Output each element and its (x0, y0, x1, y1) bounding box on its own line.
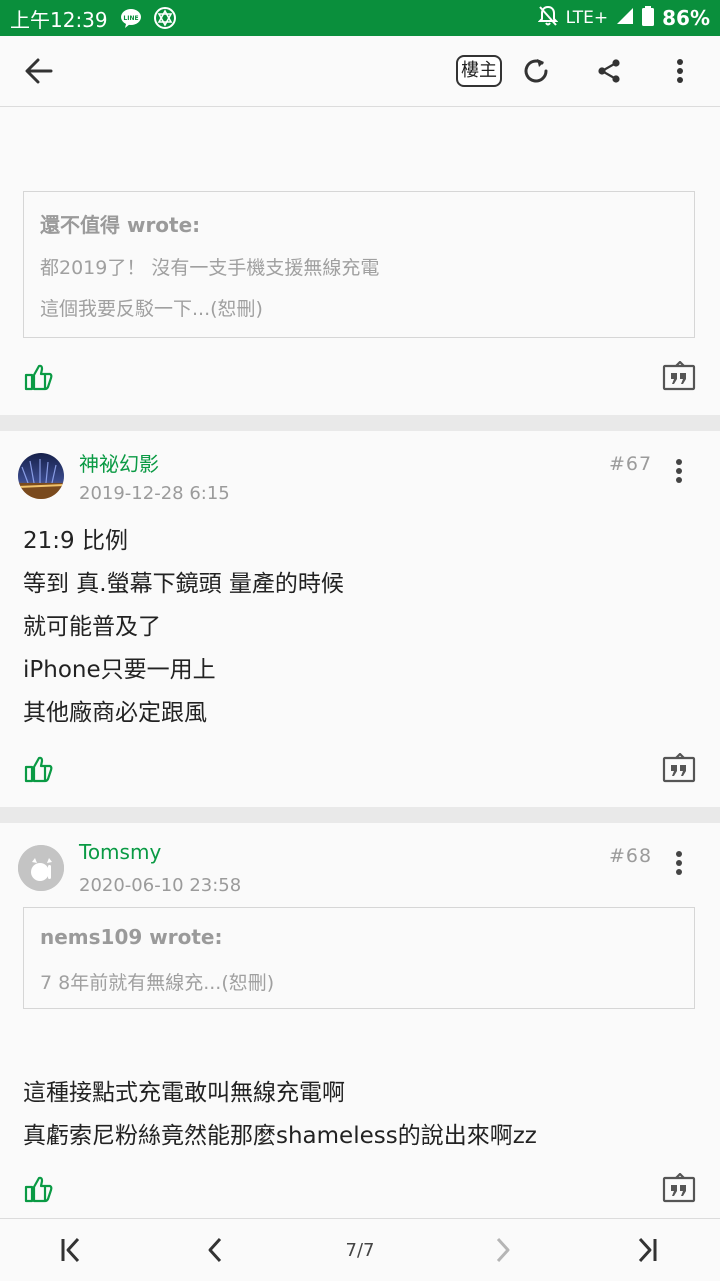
post-more-icon[interactable] (672, 458, 686, 484)
post-body-line: 這種接點式充電敢叫無線充電啊 (23, 1080, 345, 1106)
last-page-button[interactable] (624, 1219, 670, 1281)
post-body-line: 真虧索尼粉絲竟然能那麼shameless的說出來啊zz (23, 1123, 537, 1149)
quote-line: 7 8年前就有無線充...(恕刪) (40, 972, 275, 994)
post-body-line: 21:9 比例 (23, 528, 128, 554)
refresh-icon (524, 59, 548, 83)
quote-line: 都2019了！ 沒有一支手機支援無線充電 (40, 257, 380, 279)
username[interactable]: Tomsmy (79, 840, 161, 864)
page-indicator[interactable]: 7/7 (330, 1219, 390, 1281)
chevron-left-icon (208, 1237, 222, 1263)
thread-content: 還不值得 wrote: 都2019了！ 沒有一支手機支援無線充電 這個我要反駁一… (0, 107, 720, 1217)
first-page-icon (61, 1237, 80, 1263)
post-body-line: 就可能普及了 (23, 614, 161, 640)
author-only-button[interactable]: 樓主 (452, 36, 506, 106)
avatar[interactable] (18, 845, 64, 891)
share-button[interactable] (584, 36, 634, 106)
like-icon[interactable] (24, 1175, 54, 1203)
more-options-button[interactable] (660, 36, 700, 106)
post-item: 還不值得 wrote: 都2019了！ 沒有一支手機支援無線充電 這個我要反駁一… (0, 107, 720, 415)
next-page-button[interactable] (480, 1219, 526, 1281)
signal-icon (616, 6, 634, 30)
page-indicator-text: 7/7 (345, 1239, 375, 1261)
arrow-left-icon (25, 58, 53, 84)
first-page-button[interactable] (48, 1219, 94, 1281)
back-button[interactable] (14, 36, 64, 106)
more-vertical-icon (677, 59, 683, 83)
like-icon[interactable] (24, 363, 54, 391)
svg-text:LINE: LINE (123, 15, 138, 22)
post-item: 神祕幻影 2019-12-28 6:15 #67 21:9 比例 等到 真.螢幕… (0, 431, 720, 807)
share-icon (598, 59, 620, 83)
quote-reply-icon[interactable] (662, 361, 696, 391)
post-body-line: 其他廠商必定跟風 (23, 700, 207, 726)
status-bar: 上午12:39 LINE LTE+ 86% (0, 0, 720, 36)
author-only-label: 樓主 (456, 55, 502, 87)
chevron-right-icon (496, 1237, 510, 1263)
status-time: 上午12:39 (10, 7, 108, 32)
like-icon[interactable] (24, 755, 54, 783)
quote-block: 還不值得 wrote: 都2019了！ 沒有一支手機支援無線充電 這個我要反駁一… (23, 191, 695, 338)
post-item: Tomsmy 2020-06-10 23:58 #68 nems109 wrot… (0, 823, 720, 1217)
post-more-icon[interactable] (672, 850, 686, 876)
post-body-line: 等到 真.螢幕下鏡頭 量產的時候 (23, 571, 344, 597)
avatar[interactable] (18, 453, 64, 499)
pagination-bar: 7/7 (0, 1218, 720, 1281)
post-datetime: 2020-06-10 23:58 (79, 875, 242, 896)
floor-number: #68 (609, 845, 653, 867)
star-of-david-icon (153, 7, 176, 29)
top-toolbar: 樓主 (0, 36, 720, 107)
post-separator (0, 807, 720, 823)
last-page-icon (638, 1237, 657, 1263)
quote-author: 還不值得 wrote: (40, 213, 201, 237)
network-type: LTE+ (565, 8, 609, 28)
username[interactable]: 神祕幻影 (79, 448, 159, 477)
previous-page-button[interactable] (192, 1219, 238, 1281)
refresh-button[interactable] (512, 36, 562, 106)
quote-reply-icon[interactable] (662, 753, 696, 783)
battery-percent: 86% (662, 6, 710, 30)
post-body-line: iPhone只要一用上 (23, 657, 216, 683)
post-separator (0, 415, 720, 431)
quote-reply-icon[interactable] (662, 1173, 696, 1203)
quote-author: nems109 wrote: (40, 925, 223, 949)
mute-bell-icon (537, 5, 559, 32)
floor-number: #67 (609, 453, 653, 475)
line-app-icon: LINE (120, 8, 142, 28)
quote-line: 這個我要反駁一下...(恕刪) (40, 298, 263, 320)
post-datetime: 2019-12-28 6:15 (79, 483, 230, 504)
battery-icon (642, 5, 655, 31)
quote-block: nems109 wrote: 7 8年前就有無線充...(恕刪) (23, 907, 695, 1009)
